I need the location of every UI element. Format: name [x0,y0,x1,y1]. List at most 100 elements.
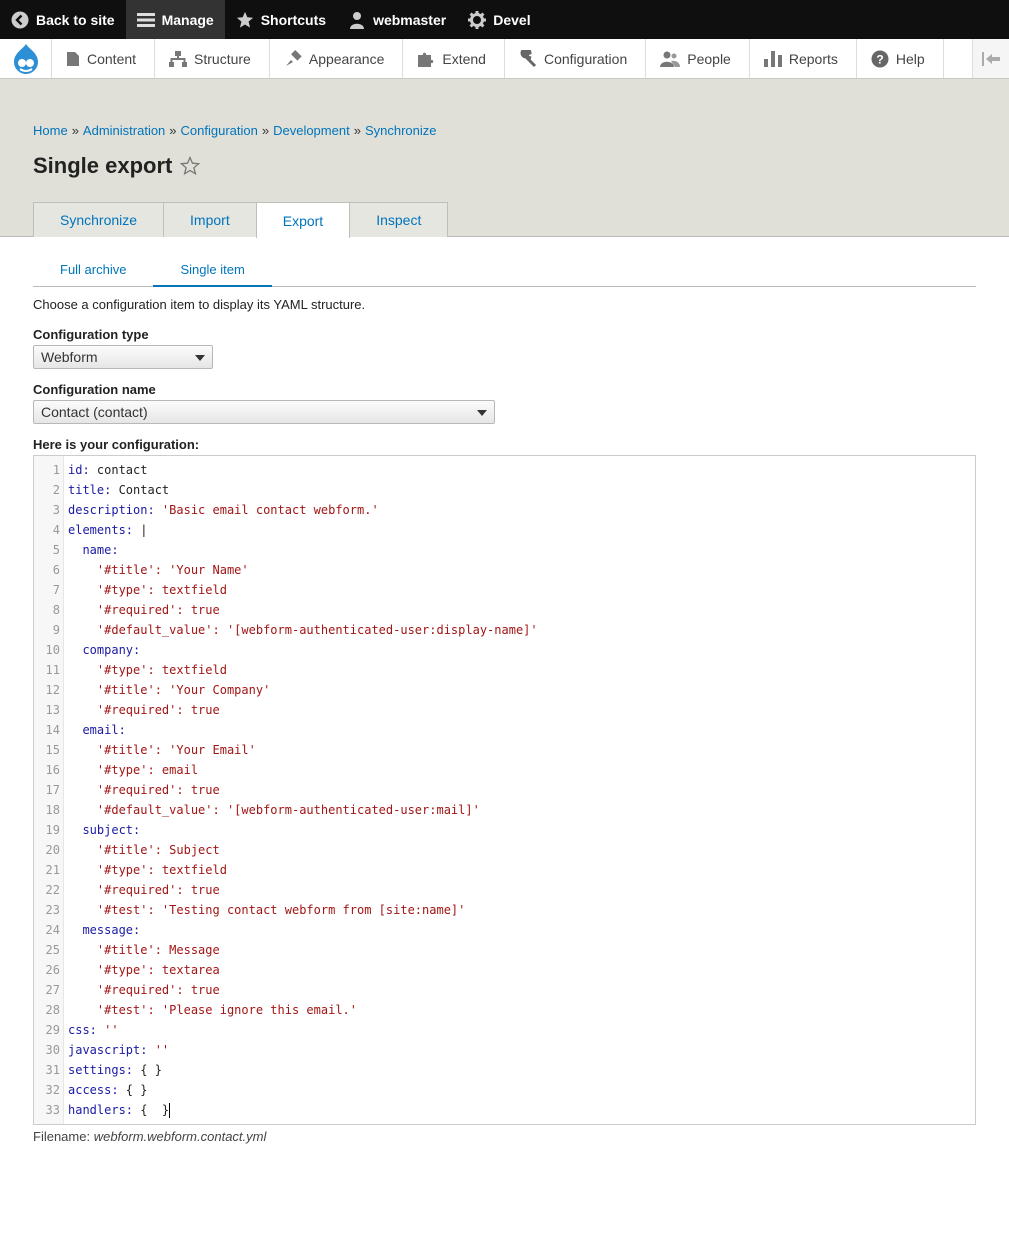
code-text: '#required': true [96,983,220,997]
line-number: 30 [45,1043,60,1057]
tab-synchronize[interactable]: Synchronize [33,202,165,237]
tray-item-configuration[interactable]: Configuration [505,39,647,78]
code-text: '#type': textarea [96,963,220,977]
filename: Filename: webform.webform.contact.yml [33,1129,266,1144]
code-text: javascript: '' [68,1043,170,1057]
menu-icon [136,11,155,29]
code-text: '#test': 'Testing contact webform from [… [96,903,466,917]
tray-item-label: Appearance [308,50,385,67]
line-number: 18 [45,803,60,817]
code-text: name: [82,543,119,557]
line-number: 24 [45,923,60,937]
config-name-value: Contact (contact) [41,404,148,420]
tray-item-appearance[interactable]: Appearance [270,39,404,78]
bar-chart-icon [763,50,782,67]
line-number: 12 [45,683,60,697]
manage-label: Manage [161,11,214,28]
breadcrumb: Home» Administration» Configuration» Develo… [33,123,437,138]
code-text: email: [82,723,126,737]
user-icon [348,11,366,29]
drupal-logo[interactable] [0,39,52,78]
tab-import[interactable]: Import [163,202,257,237]
config-type-value: Webform [41,349,98,365]
tray-item-label: Help [895,50,925,67]
line-number: 19 [45,823,60,837]
back-to-site-link[interactable]: Back to site [0,0,126,39]
code-text: settings: { } [68,1063,162,1077]
code-text: '#default_value': '[webform-authenticate… [96,803,480,817]
subtab-single-item[interactable]: Single item [153,258,272,287]
code-text: company: [82,643,141,657]
devel-tab[interactable]: Devel [457,0,541,39]
code-text: '#title': 'Your Company' [96,683,271,697]
line-number: 32 [45,1083,60,1097]
tray-item-reports[interactable]: Reports [750,39,857,78]
secondary-tabs: Full archive Single item [33,258,976,287]
code-text: handlers: { } [68,1103,171,1118]
shortcuts-tab[interactable]: Shortcuts [225,0,337,39]
structure-icon [169,50,188,67]
config-output-label: Here is your configuration: [33,437,200,452]
wrench-icon [520,49,537,67]
line-number: 17 [45,783,60,797]
line-number: 10 [45,643,60,657]
code-text: '#title': 'Your Name' [96,563,249,577]
tray-item-extend[interactable]: Extend [403,39,505,78]
chevron-down-icon [477,410,487,416]
code-text: subject: [82,823,141,837]
code-text: '#type': textfield [96,583,227,597]
code-text: '#required': true [96,603,220,617]
tray-orientation-toggle[interactable] [973,39,1009,78]
star-icon [236,11,254,29]
line-number: 4 [52,523,60,537]
tray-item-label: Content [87,50,137,67]
breadcrumb-synchronize[interactable]: Synchronize [365,123,437,138]
line-number: 13 [45,703,60,717]
code-text: message: [82,923,141,937]
document-icon [67,51,79,66]
gear-icon [468,10,487,29]
drupal-drop-icon [13,43,38,74]
admin-tray: Content Structure Appearance Extend Conf… [0,39,1009,79]
breadcrumb-home[interactable]: Home [33,123,68,138]
config-type-select[interactable]: Webform [33,345,213,369]
code-text: title: Contact [68,483,170,497]
primary-tabs: Synchronize Import Export Inspect [33,202,449,238]
line-number: 25 [45,943,60,957]
line-number: 28 [45,1003,60,1017]
code-text: elements: | [68,523,148,537]
shortcut-star-icon[interactable] [180,156,201,176]
line-number: 29 [45,1023,60,1037]
tray-item-people[interactable]: People [646,39,750,78]
page-title-text: Single export [33,153,173,178]
tray-item-structure[interactable]: Structure [155,39,270,78]
line-number: 26 [45,963,60,977]
code-text: '#required': true [96,703,220,717]
config-name-select[interactable]: Contact (contact) [33,400,495,424]
back-to-site-label: Back to site [36,11,115,28]
help-icon: ? [871,50,889,67]
tab-inspect[interactable]: Inspect [349,202,449,237]
tray-item-content[interactable]: Content [52,39,156,78]
tray-item-help[interactable]: ? Help [857,39,944,78]
yaml-code-editor[interactable]: 1 id: contact 2 title: Contact 3 description:… [33,455,976,1125]
manage-tab[interactable]: Manage [125,0,225,39]
tray-item-label: Extend [442,50,486,67]
page-header: Home» Administration» Configuration» Develo… [0,79,1009,238]
page-description: Choose a configuration item to display i… [33,297,366,312]
line-number: 20 [45,843,60,857]
subtab-full-archive[interactable]: Full archive [33,258,153,287]
breadcrumb-configuration[interactable]: Configuration [181,123,258,138]
user-label: webmaster [373,11,447,28]
breadcrumb-development[interactable]: Development [273,123,350,138]
code-text: css: '' [68,1023,119,1037]
line-number: 27 [45,983,60,997]
line-number: 9 [52,623,60,637]
svg-text:?: ? [876,52,883,66]
line-number: 21 [45,863,60,877]
code-text: '#type': email [96,763,199,777]
user-tab[interactable]: webmaster [337,0,457,39]
tab-export[interactable]: Export [255,202,351,238]
line-number: 15 [45,743,60,757]
breadcrumb-administration[interactable]: Administration [83,123,165,138]
